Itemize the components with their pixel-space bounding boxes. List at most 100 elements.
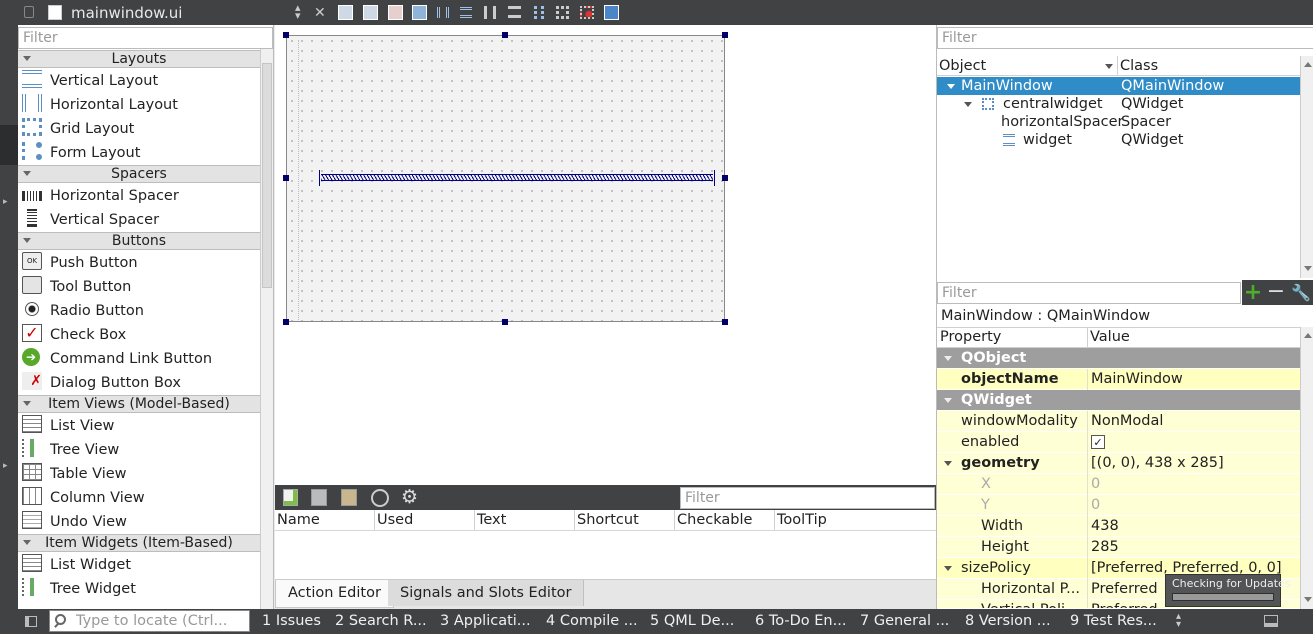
output-pane-application-output[interactable]: 3 Applicati... xyxy=(440,609,531,634)
column-header-property[interactable]: Property xyxy=(940,328,1001,347)
scroll-up-icon[interactable] xyxy=(1304,333,1312,338)
expand-arrow-icon[interactable] xyxy=(964,102,972,107)
property-value[interactable]: 285 xyxy=(1091,537,1119,558)
property-row-windowmodality[interactable]: windowModality NonModal xyxy=(937,411,1300,432)
mode-arrow-icon[interactable]: ▸ xyxy=(3,197,8,207)
property-group-qobject[interactable]: QObject xyxy=(937,348,1300,369)
expand-arrow-icon[interactable] xyxy=(944,398,952,403)
tab-signals-slots-editor[interactable]: Signals and Slots Editor xyxy=(388,580,585,606)
column-header-text[interactable]: Text xyxy=(475,510,575,530)
widget-form-layout[interactable]: Form Layout xyxy=(22,141,140,165)
action-filter-input[interactable]: Filter xyxy=(680,487,935,509)
edit-widgets-icon[interactable] xyxy=(338,5,353,20)
toggle-output-icon[interactable] xyxy=(1264,615,1278,627)
property-value[interactable]: NonModal xyxy=(1091,411,1163,432)
widget-check-box[interactable]: ✓ Check Box xyxy=(22,323,126,347)
add-property-icon[interactable]: + xyxy=(1242,280,1264,305)
widget-tree-view[interactable]: Tree View xyxy=(22,438,119,462)
resize-handle[interactable] xyxy=(283,32,289,38)
widget-box-scrollbar[interactable] xyxy=(260,49,273,609)
property-value[interactable]: MainWindow xyxy=(1091,369,1183,390)
file-switcher-icon[interactable]: ▴ ▾ xyxy=(295,2,301,21)
widget-grid-layout[interactable]: Grid Layout xyxy=(22,117,134,141)
expand-arrow-icon[interactable] xyxy=(944,356,952,361)
resize-handle[interactable] xyxy=(722,175,728,181)
category-layouts[interactable]: Layouts xyxy=(18,50,260,68)
paste-icon[interactable] xyxy=(341,489,357,506)
resize-handle[interactable] xyxy=(502,32,508,38)
property-value[interactable]: [(0, 0), 438 x 285] xyxy=(1091,453,1224,474)
locator-input[interactable]: Type to locate (Ctrl... xyxy=(49,610,250,632)
file-name-label[interactable]: mainwindow.ui xyxy=(71,2,182,24)
output-pane-qml-debugger[interactable]: 5 QML De... xyxy=(650,609,734,634)
expand-arrow-icon[interactable] xyxy=(944,461,952,466)
property-row-height[interactable]: Height 285 xyxy=(937,537,1300,558)
column-header-checkable[interactable]: Checkable xyxy=(675,510,775,530)
object-row-mainwindow[interactable]: MainWindow QMainWindow xyxy=(937,77,1300,95)
scroll-down-icon[interactable] xyxy=(1304,597,1312,602)
more-panes-icon[interactable]: ▴ ▾ xyxy=(1176,612,1181,630)
layout-form-icon[interactable] xyxy=(534,6,544,19)
layout-horizontal-icon[interactable] xyxy=(437,7,449,18)
property-group-qwidget[interactable]: QWidget xyxy=(937,390,1300,411)
category-spacers[interactable]: Spacers xyxy=(18,165,260,183)
wrench-icon[interactable]: 🔧 xyxy=(1288,280,1313,305)
layout-vertical-icon[interactable] xyxy=(460,7,472,18)
resize-handle[interactable] xyxy=(722,319,728,325)
expand-arrow-icon[interactable] xyxy=(947,84,955,89)
category-item-views[interactable]: Item Views (Model-Based) xyxy=(18,395,260,413)
output-pane-todo-entries[interactable]: 6 To-Do En... xyxy=(755,609,846,634)
layout-grid-icon[interactable] xyxy=(556,6,569,19)
property-value[interactable]: Preferred xyxy=(1091,579,1158,600)
adjust-size-icon[interactable] xyxy=(604,5,619,20)
column-header-name[interactable]: Name xyxy=(275,510,375,530)
output-pane-issues[interactable]: 1 Issues xyxy=(262,609,321,634)
property-filter-input[interactable]: Filter xyxy=(937,282,1241,304)
property-value[interactable]: 0 xyxy=(1091,474,1100,495)
break-layout-icon[interactable] xyxy=(580,6,594,19)
resize-handle[interactable] xyxy=(283,175,289,181)
action-list[interactable]: Name Used Text Shortcut Checkable ToolTi… xyxy=(275,510,936,579)
widget-radio-button[interactable]: Radio Button xyxy=(22,299,144,323)
property-row-objectname[interactable]: objectName MainWindow xyxy=(937,369,1300,390)
widget-vertical-layout[interactable]: Vertical Layout xyxy=(22,69,158,93)
object-row-widget[interactable]: widget QWidget xyxy=(937,131,1300,149)
delete-icon[interactable] xyxy=(371,489,389,507)
close-document-button[interactable]: ✕ xyxy=(314,2,326,24)
widget-undo-view[interactable]: Undo View xyxy=(22,510,127,534)
object-row-horizontalspacer[interactable]: horizontalSpacer Spacer xyxy=(937,113,1300,131)
property-value[interactable]: Preferred xyxy=(1091,600,1158,608)
object-row-centralwidget[interactable]: centralwidget QWidget xyxy=(937,95,1300,113)
category-item-widgets[interactable]: Item Widgets (Item-Based) xyxy=(18,534,260,552)
widget-tool-button[interactable]: Tool Button xyxy=(22,275,131,299)
column-header-used[interactable]: Used xyxy=(375,510,475,530)
output-pane-version-control[interactable]: 8 Version ... xyxy=(965,609,1051,634)
edit-buddies-icon[interactable] xyxy=(388,5,403,20)
horizontal-spacer-widget[interactable] xyxy=(319,170,715,186)
scroll-up-icon[interactable] xyxy=(1304,62,1312,67)
edit-signals-icon[interactable] xyxy=(363,5,378,20)
widget-filter-input[interactable]: Filter xyxy=(18,27,273,49)
widget-column-view[interactable]: Column View xyxy=(22,486,145,510)
output-pane-compile-output[interactable]: 4 Compile ... xyxy=(546,609,638,634)
resize-handle[interactable] xyxy=(502,319,508,325)
output-pane-general-messages[interactable]: 7 General ... xyxy=(860,609,949,634)
scrollbar-thumb[interactable] xyxy=(262,63,272,288)
mode-arrow-icon[interactable]: ▸ xyxy=(3,461,8,471)
property-editor-scrollbar[interactable] xyxy=(1300,327,1313,609)
layout-v-splitter-icon[interactable] xyxy=(508,6,521,18)
property-value[interactable]: 438 xyxy=(1091,516,1119,537)
copy-icon[interactable] xyxy=(311,489,327,506)
gear-icon[interactable]: ⚙ xyxy=(401,487,418,507)
widget-command-link-button[interactable]: ➔ Command Link Button xyxy=(22,347,212,371)
property-value[interactable]: 0 xyxy=(1091,495,1100,516)
widget-list-view[interactable]: List View xyxy=(22,414,114,438)
scroll-down-icon[interactable] xyxy=(1304,266,1312,271)
edit-tab-order-icon[interactable] xyxy=(412,5,427,20)
property-row-geometry[interactable]: geometry [(0, 0), 438 x 285] xyxy=(937,453,1300,474)
widget-vertical-spacer[interactable]: Vertical Spacer xyxy=(22,208,159,232)
column-header-shortcut[interactable]: Shortcut xyxy=(575,510,675,530)
widget-push-button[interactable]: OK Push Button xyxy=(22,251,138,275)
column-header-value[interactable]: Value xyxy=(1090,328,1130,347)
widget-dialog-button-box[interactable]: ✗ Dialog Button Box xyxy=(22,371,181,395)
